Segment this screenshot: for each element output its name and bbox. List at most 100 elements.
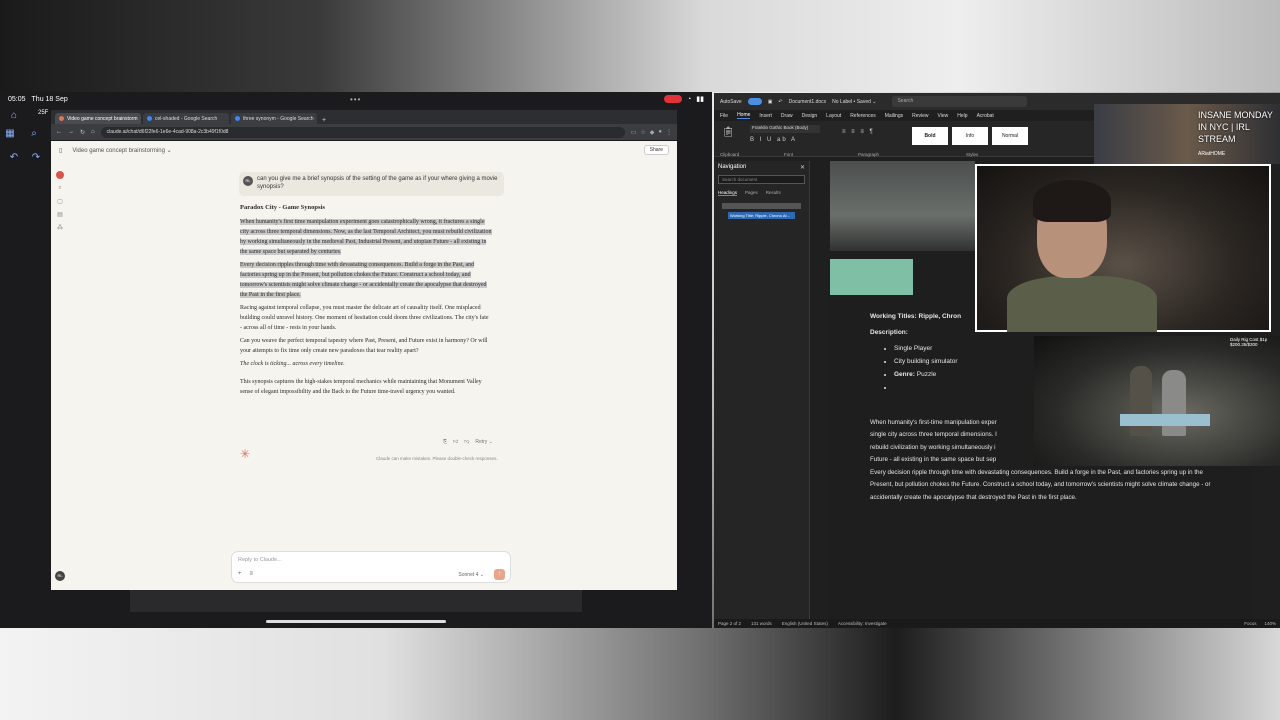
menu-icon[interactable]: ⋮ [666, 129, 672, 136]
sensitivity-label[interactable]: No Label • Saved ⌄ [832, 99, 876, 105]
new-tab-button[interactable]: + [322, 117, 326, 124]
word-search-input[interactable]: Search [892, 96, 1028, 107]
address-bar[interactable]: claude.ai/chat/d6f22fe6-1e6e-4cad-908a-2… [100, 126, 625, 138]
nav-search-input[interactable]: Search document [718, 175, 805, 184]
stream-subtitle: ARiatHOME [1198, 151, 1226, 157]
search-icon[interactable]: ⌕ [26, 128, 42, 140]
forward-icon[interactable]: → [68, 129, 74, 135]
response-actions: ⎘ 👍︎ 👎︎ Retry ⌄ [443, 439, 493, 445]
font-selector[interactable]: Franklin Gothic Book (Body) [750, 125, 820, 133]
tab-draw[interactable]: Draw [781, 113, 793, 119]
paste-icon[interactable]: 📋︎ [722, 127, 735, 138]
close-icon[interactable]: ✕ [800, 164, 805, 171]
style-normal[interactable]: Normal [992, 127, 1028, 145]
profile-icon[interactable]: ● [658, 129, 662, 136]
paragraph-icons[interactable]: ≡ ≡ ≡ ¶ [842, 129, 875, 135]
nav-heading-item[interactable] [722, 203, 801, 209]
page-count[interactable]: Page 2 of 2 [718, 621, 741, 626]
save-icon[interactable]: ▣ [768, 99, 773, 105]
tab-acrobat[interactable]: Acrobat [977, 113, 994, 119]
autosave-toggle[interactable] [747, 98, 762, 105]
response-paragraph-3: Racing against temporal collapse, you mu… [240, 305, 489, 331]
send-button[interactable]: ↑ [494, 569, 505, 580]
artifacts-icon[interactable]: ⁂ [57, 224, 63, 231]
accessibility-status[interactable]: Accessibility: Investigate [838, 621, 887, 626]
home-indicator[interactable] [266, 620, 446, 623]
tab-google-cel-shaded[interactable]: cel-shaded - Google Search [143, 113, 229, 124]
claude-icon [59, 116, 64, 121]
extension-icon[interactable]: ◆ [650, 129, 655, 136]
language[interactable]: English (United States) [782, 621, 828, 626]
format-icons[interactable]: B I U ab A [750, 137, 797, 143]
navigation-pane: Navigation ✕ Search document Headings Pa… [714, 161, 810, 621]
browser-toolbar: ← → ↻ ⌂ claude.ai/chat/d6f22fe6-1e6e-4ca… [51, 124, 677, 140]
tab-claude[interactable]: Video game concept brainstorm [55, 113, 141, 124]
tab-home[interactable]: Home [737, 112, 751, 119]
ipad-date: Thu 18 Sep [31, 95, 68, 103]
document-paragraph-1: When humanity's first-time manipulation … [870, 419, 997, 463]
back-icon[interactable]: ↶ [6, 152, 22, 164]
model-selector[interactable]: Sonnet 4 ⌄ [458, 572, 484, 578]
background-wallpaper-top [0, 0, 1280, 92]
document-paragraph-2: Every decision ripple through time with … [870, 469, 1211, 501]
reply-box[interactable]: Reply to Claude... + ≡ Sonnet 4 ⌄ ↑ [231, 551, 511, 583]
safari-sidebar: 25F ⌂ ▦ ⌕ ↶ ↷ [0, 106, 50, 626]
projects-icon[interactable]: ▤ [57, 211, 63, 218]
undo-icon[interactable]: ↶ [778, 99, 782, 105]
tab-layout[interactable]: Layout [826, 113, 841, 119]
share-button[interactable]: Share [643, 145, 669, 155]
tab-label: three synonym - Google Search [243, 115, 314, 122]
response-title: Paradox City - Game Synopsis [240, 204, 325, 211]
tab-results[interactable]: Results [766, 190, 781, 196]
desktop-stage: 05:05 Thu 18 Sep ◔ ▮▮ ••• 25F ⌂ ▦ ⌕ ↶ ↷ … [0, 0, 1280, 720]
tab-google-three[interactable]: three synonym - Google Search [231, 113, 317, 124]
search-icon[interactable]: ⌕ [58, 185, 61, 192]
home-icon[interactable]: ⌂ [6, 110, 22, 122]
claude-logo-icon: ✳ [240, 447, 251, 461]
tab-view[interactable]: View [938, 113, 949, 119]
wifi-icon: ◔ [687, 95, 692, 103]
account-avatar[interactable]: RL [55, 571, 65, 581]
multitask-dots[interactable]: ••• [350, 95, 361, 104]
settings-icon[interactable]: ≡ [250, 571, 254, 577]
copy-icon[interactable]: ⎘ [443, 439, 447, 445]
add-attachment-icon[interactable]: + [238, 571, 242, 577]
style-bold[interactable]: Bold [912, 127, 948, 145]
tab-design[interactable]: Design [802, 113, 818, 119]
star-icon[interactable]: ☆ [640, 129, 645, 136]
new-chat-icon[interactable] [56, 171, 64, 179]
cast-icon[interactable]: ▭ [631, 129, 637, 136]
style-info[interactable]: Info [952, 127, 988, 145]
nav-title: Navigation [718, 164, 747, 170]
thumbs-up-icon[interactable]: 👍︎ [453, 439, 458, 445]
tab-mailings[interactable]: Mailings [885, 113, 903, 119]
response-paragraph-4: Can you weave the perfect temporal tapes… [240, 338, 488, 354]
nav-heading-selected[interactable]: Working Title: Ripple, Chrono Ar... [728, 212, 795, 219]
zoom-level[interactable]: 140% [1264, 621, 1276, 626]
extensions-group: ▭ ☆ ◆ ● ⋮ [631, 129, 672, 136]
retry-button[interactable]: Retry ⌄ [475, 439, 493, 445]
tab-file[interactable]: File [720, 113, 728, 119]
chat-title[interactable]: Video game concept brainstorming ⌄ [72, 147, 171, 154]
tab-headings[interactable]: Headings [718, 190, 738, 196]
reload-icon[interactable]: ↻ [80, 129, 85, 136]
tab-review[interactable]: Review [912, 113, 928, 119]
tab-help[interactable]: Help [957, 113, 967, 119]
word-count[interactable]: 131 words [751, 621, 772, 626]
thumbs-down-icon[interactable]: 👎︎ [464, 439, 469, 445]
ribbon-group-label: Font [784, 152, 794, 157]
chats-icon[interactable]: ▢ [57, 198, 63, 205]
ipad-time: 05:05 [8, 95, 26, 103]
focus-button[interactable]: Focus [1244, 621, 1256, 626]
tab-insert[interactable]: Insert [759, 113, 772, 119]
tab-pages[interactable]: Pages [745, 190, 758, 196]
streamer-shirt [1007, 276, 1157, 332]
weather-label: 25F [38, 110, 49, 116]
sidebar-toggle-icon[interactable]: ▯ [59, 147, 62, 154]
home-icon[interactable]: ⌂ [91, 129, 95, 135]
back-icon[interactable]: ← [56, 129, 62, 135]
forward-icon[interactable]: ↷ [28, 152, 44, 164]
tab-references[interactable]: References [850, 113, 876, 119]
reply-input[interactable]: Reply to Claude... [238, 557, 282, 563]
grid-icon[interactable]: ▦ [2, 128, 18, 140]
